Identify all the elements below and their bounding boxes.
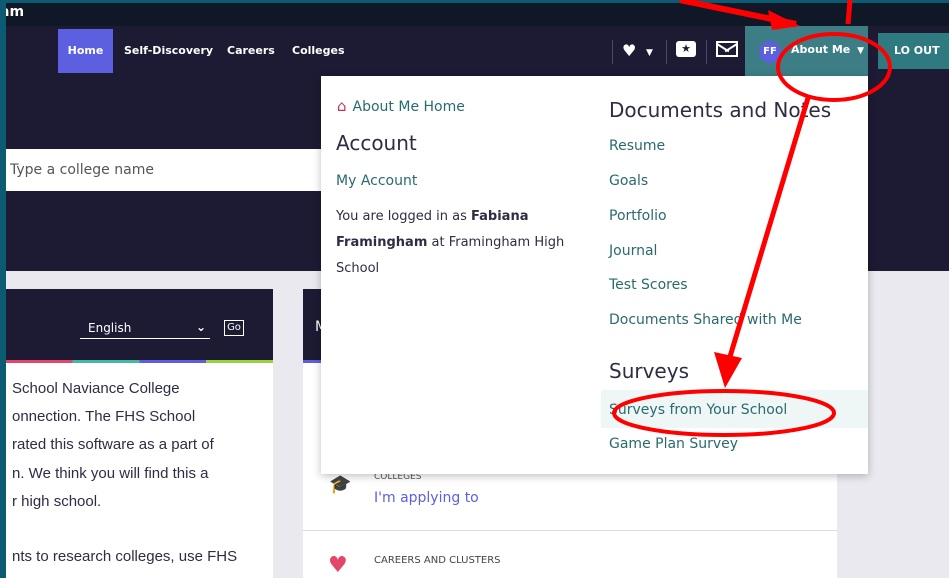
goals-link[interactable]: Goals <box>609 173 648 189</box>
logged-in-text: You are logged in as Fabiana Framingham … <box>336 204 576 282</box>
college-search-input[interactable] <box>6 149 336 191</box>
language-go-button[interactable]: Go <box>224 320 244 336</box>
account-heading: Account <box>336 131 417 155</box>
language-panel: English ⌄ Go <box>6 289 273 362</box>
language-select-value: English <box>88 321 132 335</box>
intro-line: nts to research colleges, use FHS <box>12 548 238 565</box>
intro-line: School Naviance College <box>12 380 180 397</box>
surveys-heading: Surveys <box>609 359 689 383</box>
documents-shared-link[interactable]: Documents Shared with Me <box>609 312 802 328</box>
mail-icon[interactable] <box>716 41 738 57</box>
surveys-from-school-link[interactable]: Surveys from Your School <box>609 402 787 418</box>
resume-link[interactable]: Resume <box>609 138 665 154</box>
graduation-cap-icon: 🎓 <box>329 474 352 495</box>
game-plan-survey-link[interactable]: Game Plan Survey <box>609 436 738 452</box>
about-me-dropdown: ⌂ About Me Home Account My Account You ar… <box>321 76 868 474</box>
intro-line: onnection. The FHS School <box>12 408 196 425</box>
about-me-home-label: About Me Home <box>352 99 465 115</box>
house-icon: ⌂ <box>337 97 347 115</box>
nav-careers-tab[interactable]: Careers <box>227 29 275 73</box>
star-message-icon[interactable]: ★ <box>676 41 696 57</box>
logged-in-prefix: You are logged in as <box>336 209 467 224</box>
heart-icon[interactable]: ♥ <box>622 38 636 64</box>
portfolio-link[interactable]: Portfolio <box>609 208 667 224</box>
language-select[interactable]: English ⌄ <box>80 319 210 339</box>
nav-home-tab[interactable]: Home <box>58 29 113 73</box>
nav-self-discovery-tab[interactable]: Self-Discovery <box>124 29 213 73</box>
nav-colleges-tab[interactable]: Colleges <box>292 29 345 73</box>
careers-section-label: CAREERS AND CLUSTERS <box>374 555 501 566</box>
journal-link[interactable]: Journal <box>609 243 657 259</box>
about-me-label: About Me <box>791 43 851 56</box>
chevron-down-icon: ⌄ <box>195 320 206 334</box>
heart-icon: ♥ <box>328 553 348 578</box>
documents-heading: Documents and Notes <box>609 98 832 122</box>
chevron-down-icon[interactable]: ▼ <box>646 40 653 66</box>
top-strip: am <box>0 0 949 26</box>
test-scores-link[interactable]: Test Scores <box>609 277 688 293</box>
intro-line: r high school. <box>12 493 102 510</box>
nav-divider <box>612 40 613 64</box>
logout-button[interactable]: LO OUT <box>878 33 949 69</box>
applying-to-link[interactable]: I'm applying to <box>374 490 479 506</box>
divider <box>303 530 837 531</box>
nav-divider <box>666 40 667 64</box>
about-me-menu-button[interactable]: FF About Me ▼ <box>745 26 868 76</box>
my-account-link[interactable]: My Account <box>336 173 417 189</box>
brand-fragment: am <box>0 4 25 20</box>
about-me-home-link[interactable]: ⌂ About Me Home <box>337 97 465 115</box>
college-search <box>6 149 336 191</box>
nav-divider <box>706 40 707 64</box>
chevron-down-icon: ▼ <box>857 46 865 56</box>
intro-text-panel: School Naviance College onnection. The F… <box>6 363 273 578</box>
intro-line: rated this software as a part of <box>12 436 214 453</box>
main-navbar: Home Self-Discovery Careers Colleges ♥ ▼… <box>6 26 949 76</box>
avatar: FF <box>759 41 781 63</box>
intro-line: n. We think you will find this a <box>12 465 209 482</box>
